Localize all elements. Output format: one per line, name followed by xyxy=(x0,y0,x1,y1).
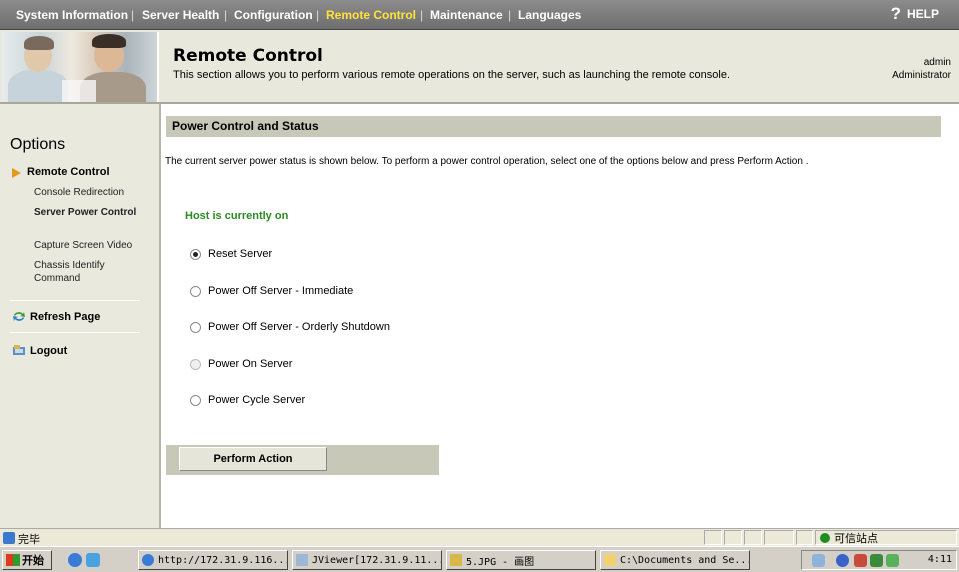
status-cell xyxy=(744,530,762,545)
nav-tab-configuration[interactable]: Configuration xyxy=(234,8,313,22)
radio-reset-server[interactable] xyxy=(190,248,201,260)
page-description: This section allows you to perform vario… xyxy=(173,69,731,81)
radio-power-cycle-server[interactable] xyxy=(190,394,201,406)
check-icon xyxy=(820,532,830,543)
user-info: admin Administrator xyxy=(892,56,951,82)
option-power-on-server[interactable]: Power On Server xyxy=(190,358,292,370)
java-icon xyxy=(296,554,308,566)
option-power-off-immediate[interactable]: Power Off Server - Immediate xyxy=(190,285,353,297)
ie-page-icon xyxy=(3,532,15,544)
status-text: 完毕 xyxy=(18,534,40,546)
sidebar-item-capture-screen-video[interactable]: Capture Screen Video xyxy=(34,239,144,252)
refresh-page-link[interactable]: Refresh Page xyxy=(12,310,100,323)
antivirus-icon[interactable] xyxy=(870,554,883,567)
windows-logo-icon xyxy=(6,554,20,566)
section-header-bar: Power Control and Status xyxy=(166,116,941,137)
help-label: HELP xyxy=(906,7,939,21)
security-zone-label: 可信站点 xyxy=(834,532,878,545)
option-power-off-orderly[interactable]: Power Off Server - Orderly Shutdown xyxy=(190,321,390,333)
refresh-icon xyxy=(13,312,25,321)
clock: 4:11 xyxy=(927,554,952,565)
sidebar-section-remote-control[interactable]: Remote Control xyxy=(27,166,110,178)
refresh-page-label: Refresh Page xyxy=(30,310,101,323)
desktop-quicklaunch-icon[interactable] xyxy=(86,553,100,567)
nav-tab-languages[interactable]: Languages xyxy=(518,8,581,22)
user-role: Administrator xyxy=(892,70,951,81)
paint-icon xyxy=(450,554,462,566)
perform-action-button[interactable]: Perform Action xyxy=(179,447,327,471)
nav-separator: | xyxy=(316,8,320,22)
option-reset-server[interactable]: Reset Server xyxy=(190,248,272,260)
task-label: http://172.31.9.116... xyxy=(158,554,288,566)
security-zone: 可信站点 xyxy=(815,530,957,545)
radio-power-off-immediate[interactable] xyxy=(190,285,201,297)
nav-tab-remote-control[interactable]: Remote Control xyxy=(326,8,416,22)
option-label: Reset Server xyxy=(208,248,273,260)
nav-tab-maintenance[interactable]: Maintenance xyxy=(430,8,503,22)
logout-label: Logout xyxy=(30,344,68,357)
option-label: Power Off Server - Immediate xyxy=(208,285,354,297)
logout-icon xyxy=(13,345,25,355)
status-cell xyxy=(704,530,722,545)
system-tray: 4:11 xyxy=(801,550,957,570)
option-power-cycle-server[interactable]: Power Cycle Server xyxy=(190,394,305,406)
start-button[interactable]: 开始 xyxy=(2,550,52,570)
status-cell xyxy=(764,530,794,545)
user-name: admin xyxy=(923,57,951,68)
option-label: Power Off Server - Orderly Shutdown xyxy=(208,321,390,333)
option-label: Power On Server xyxy=(208,358,293,370)
section-description: The current server power status is shown… xyxy=(165,156,809,167)
action-bar: Perform Action xyxy=(166,445,439,475)
task-jviewer[interactable]: JViewer[172.31.9.11... xyxy=(292,550,442,570)
option-label: Power Cycle Server xyxy=(208,394,306,406)
help-button[interactable]: ? HELP xyxy=(890,4,939,23)
page-title: Remote Control xyxy=(173,46,323,66)
task-label: C:\Documents and Se... xyxy=(620,554,750,566)
ie-icon xyxy=(142,554,154,566)
nav-separator: | xyxy=(420,8,424,22)
ie-quicklaunch-icon[interactable] xyxy=(68,553,82,567)
section-title: Power Control and Status xyxy=(172,119,319,133)
question-mark-icon: ? xyxy=(890,4,901,23)
sidebar-title: Options xyxy=(10,136,66,153)
logout-link[interactable]: Logout xyxy=(12,344,67,357)
sidebar-divider xyxy=(10,332,140,333)
task-browser[interactable]: http://172.31.9.116... xyxy=(138,550,288,570)
help-tray-icon[interactable] xyxy=(836,554,849,567)
sidebar-item-chassis-identify-command[interactable]: Chassis Identify Command xyxy=(34,259,114,285)
sidebar-item-console-redirection[interactable]: Console Redirection xyxy=(34,186,144,199)
task-label: JViewer[172.31.9.11... xyxy=(312,554,442,566)
radio-power-on-server[interactable] xyxy=(190,358,201,370)
status-cell xyxy=(724,530,742,545)
arrow-right-icon xyxy=(12,168,21,178)
security-icon[interactable] xyxy=(854,554,867,567)
sidebar-divider xyxy=(10,300,140,301)
header-photo xyxy=(2,32,159,102)
task-paint[interactable]: 5.JPG - 画图 xyxy=(446,550,596,570)
nav-tab-server-health[interactable]: Server Health xyxy=(142,8,219,22)
task-explorer[interactable]: C:\Documents and Se... xyxy=(600,550,750,570)
host-status-text: Host is currently on xyxy=(185,210,289,222)
nav-separator: | xyxy=(131,8,135,22)
browser-status-bar: 完毕 可信站点 xyxy=(0,528,959,546)
nav-separator: | xyxy=(508,8,512,22)
main-content: Power Control and Status The current ser… xyxy=(163,104,959,528)
status-cell xyxy=(796,530,813,545)
nav-tab-system-information[interactable]: System Information xyxy=(16,8,128,22)
network-icon[interactable] xyxy=(812,554,825,567)
start-label: 开始 xyxy=(22,555,44,567)
task-label: 5.JPG - 画图 xyxy=(466,556,535,568)
page-header: Remote Control This section allows you t… xyxy=(0,30,959,104)
radio-power-off-orderly[interactable] xyxy=(190,321,201,333)
nav-separator: | xyxy=(224,8,228,22)
app-tray-icon[interactable] xyxy=(886,554,899,567)
folder-icon xyxy=(604,554,616,566)
top-navigation-bar: System Information | Server Health | Con… xyxy=(0,0,959,30)
windows-taskbar: 开始 http://172.31.9.116... JViewer[172.31… xyxy=(0,546,959,572)
sidebar-item-server-power-control[interactable]: Server Power Control xyxy=(34,206,144,219)
sidebar: Options Remote Control Console Redirecti… xyxy=(0,104,161,528)
